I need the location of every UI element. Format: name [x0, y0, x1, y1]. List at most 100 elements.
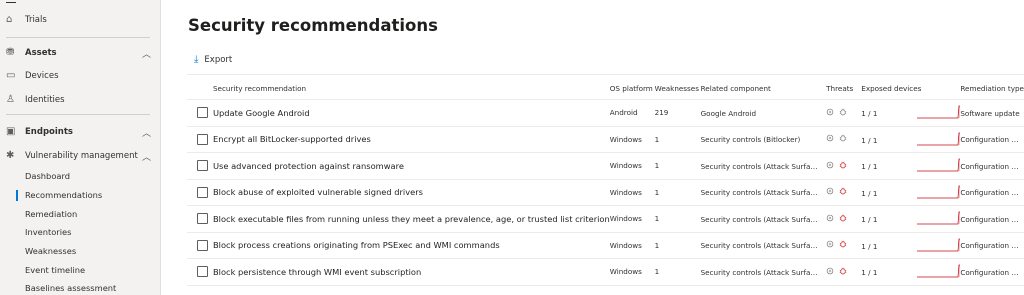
remediation-text: Configuration cha... [960, 188, 1022, 197]
row-checkbox[interactable] [197, 160, 208, 172]
nav-item-vulnerability-management[interactable]: ✱ Vulnerability management ︿ [0, 147, 160, 165]
table-row[interactable]: Block abuse of exploited vulnerable sign… [187, 179, 1024, 206]
recommendation-cell[interactable]: Block persistence through WMI event subs… [212, 258, 610, 286]
table-row[interactable]: Update Google Android Android 219 Google An… [187, 99, 1024, 127]
remediation-cell: Configuration cha... [960, 232, 1024, 259]
table-row[interactable]: Encrypt all BitLocker-supported drives Wi… [187, 126, 1024, 153]
remediation-cell: Software update [960, 99, 1024, 127]
recommendations-table: Security recommendation OS platform Weak… [187, 77, 1024, 286]
sub-item-weaknesses[interactable]: Weaknesses [25, 244, 76, 258]
remediation-cell: Configuration cha... [960, 152, 1024, 180]
remediation-cell: Configuration cha... [960, 205, 1024, 233]
header-weaknesses[interactable]: Weaknesses [654, 77, 701, 100]
menu-icon[interactable] [6, 0, 18, 8]
nav-item-endpoints[interactable]: ▣ Endpoints ︿ [0, 123, 160, 141]
component-cell: Security controls (Bitlocker) [700, 126, 827, 153]
row-checkbox[interactable] [197, 239, 208, 251]
header-remediation[interactable]: Remediation type [960, 77, 1024, 100]
table-row[interactable]: Block process creations originating from… [187, 232, 1024, 259]
row-select-cell [187, 205, 213, 233]
nav-label: Trials [25, 15, 47, 25]
nav-item-assets[interactable]: ⛃ Assets ︿ [0, 44, 160, 62]
threats-cell [826, 258, 862, 286]
row-checkbox[interactable] [197, 213, 208, 225]
table-row[interactable]: Block executable files from running unle… [187, 205, 1024, 233]
row-select-cell [187, 179, 213, 206]
chevron-up-icon[interactable]: ︿ [142, 150, 151, 163]
os-cell: Windows [609, 258, 655, 286]
nav-label: Vulnerability management [25, 151, 138, 161]
recommendation-cell[interactable]: Block process creations originating from… [212, 232, 610, 259]
component-cell: Google Android [700, 99, 827, 127]
os-cell: Windows [609, 232, 655, 259]
recommendation-cell[interactable]: Update Google Android [212, 99, 610, 127]
nav-item-identities[interactable]: ♙ Identities [0, 91, 160, 109]
sub-item-baselines-assessment[interactable]: Baselines assessment [25, 281, 116, 295]
exploit-icon [826, 214, 834, 222]
exploit-icon [826, 161, 834, 169]
row-checkbox[interactable] [197, 266, 208, 278]
header-select [187, 77, 213, 100]
os-cell: Windows [609, 152, 655, 180]
recommendation-cell[interactable]: Block abuse of exploited vulnerable sign… [212, 179, 610, 206]
header-threats[interactable]: Threats [826, 77, 862, 100]
recommendation-cell[interactable]: Block executable files from running unle… [212, 205, 610, 233]
row-checkbox[interactable] [197, 186, 208, 198]
weaknesses-cell: 1 [654, 152, 701, 180]
component-text: Security controls (Attack Surface Redu..… [700, 188, 821, 197]
chevron-up-icon[interactable]: ︿ [142, 47, 151, 60]
recommendation-cell[interactable]: Encrypt all BitLocker-supported drives [212, 126, 610, 153]
sub-item-inventories[interactable]: Inventories [25, 225, 71, 239]
os-cell: Windows [609, 179, 655, 206]
table-row[interactable]: Use advanced protection against ransomwa… [187, 152, 1024, 180]
weaknesses-cell: 1 [654, 179, 701, 206]
divider [6, 37, 150, 38]
sub-item-event-timeline[interactable]: Event timeline [25, 263, 85, 277]
threat-bug-icon [839, 187, 847, 195]
sub-item-recommendations[interactable]: Recommendations [15, 188, 102, 202]
bug-icon: ✱ [6, 150, 15, 161]
header-recommendation[interactable]: Security recommendation [212, 77, 610, 100]
exposure-sparkline [917, 264, 961, 278]
component-cell: Security controls (Attack Surface Redu..… [700, 258, 827, 286]
exposed-count: 1 / 1 [861, 268, 878, 277]
header-exposed[interactable]: Exposed devices [861, 77, 961, 100]
weaknesses-cell: 1 [654, 205, 701, 233]
sub-item-remediation[interactable]: Remediation [25, 207, 77, 221]
remediation-cell: Configuration cha... [960, 126, 1024, 153]
export-button[interactable]: ⤓ Export [194, 54, 232, 65]
component-cell: Security controls (Attack Surface Redu..… [700, 152, 827, 180]
endpoints-icon: ▣ [6, 126, 16, 137]
header-component[interactable]: Related component [700, 77, 827, 100]
sub-item-dashboard[interactable]: Dashboard [25, 169, 70, 183]
assets-icon: ⛃ [6, 47, 15, 58]
recommendation-cell[interactable]: Use advanced protection against ransomwa… [212, 152, 610, 180]
row-select-cell [187, 99, 213, 127]
exposed-count: 1 / 1 [861, 162, 878, 171]
device-icon: ▭ [6, 70, 16, 81]
threat-bug-icon [839, 267, 847, 275]
row-checkbox[interactable] [197, 107, 208, 119]
exposed-count: 1 / 1 [861, 109, 878, 118]
threats-cell [826, 126, 862, 153]
os-cell: Windows [609, 126, 655, 153]
row-select-cell [187, 152, 213, 180]
os-cell: Windows [609, 205, 655, 233]
toolbar: ⤓ Export [187, 46, 1024, 75]
exposed-count: 1 / 1 [861, 188, 878, 198]
exploit-icon [826, 240, 834, 248]
row-checkbox[interactable] [197, 133, 208, 145]
nav-item-trials[interactable]: ⌂ Trials [0, 11, 160, 29]
table-row[interactable]: Block persistence through WMI event subs… [187, 258, 1024, 286]
header-os[interactable]: OS platform [609, 77, 655, 100]
remediation-text: Configuration cha... [960, 214, 1022, 224]
weaknesses-cell: 1 [654, 232, 701, 259]
exposure-sparkline [917, 185, 961, 198]
exposure-sparkline [917, 158, 961, 172]
chevron-up-icon[interactable]: ︿ [142, 126, 151, 139]
exposure-sparkline [917, 211, 961, 225]
nav-item-devices[interactable]: ▭ Devices [0, 67, 160, 85]
main-content: Security recommendations ⤓ Export Securi… [161, 0, 1024, 295]
exposure-sparkline [917, 132, 961, 145]
weaknesses-cell: 219 [654, 99, 701, 127]
